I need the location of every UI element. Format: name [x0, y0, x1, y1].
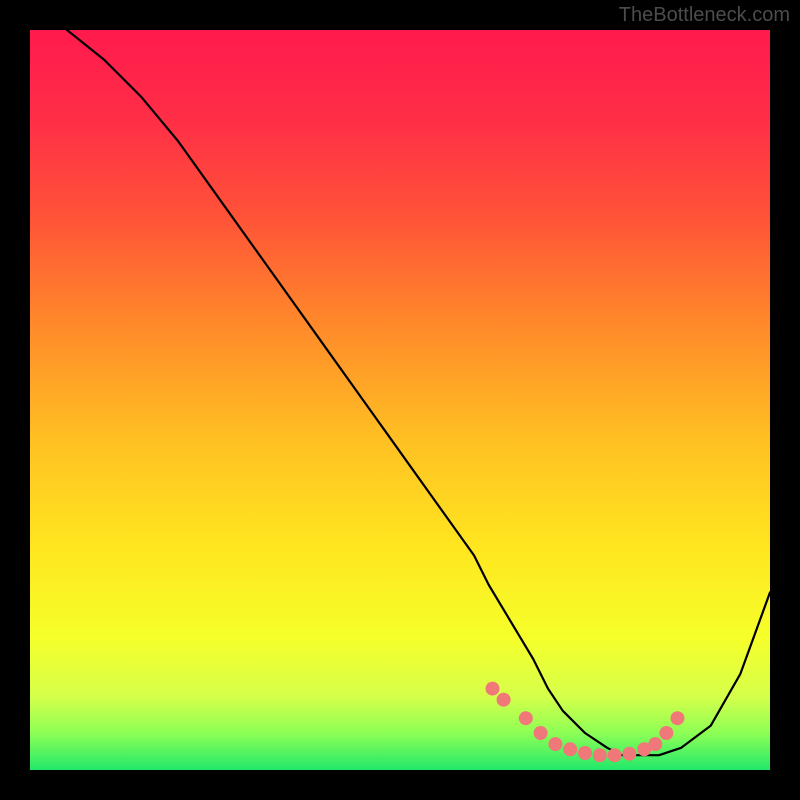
highlighted-point [534, 726, 548, 740]
bottleneck-chart [0, 0, 800, 800]
highlighted-point [608, 748, 622, 762]
highlighted-point [671, 711, 685, 725]
highlighted-point [497, 693, 511, 707]
highlighted-point [486, 682, 500, 696]
highlighted-point [563, 742, 577, 756]
highlighted-point [548, 737, 562, 751]
highlighted-point [659, 726, 673, 740]
highlighted-point [578, 746, 592, 760]
highlighted-point [648, 737, 662, 751]
highlighted-point [593, 748, 607, 762]
highlighted-point [622, 747, 636, 761]
plot-background [30, 30, 770, 770]
highlighted-point [519, 711, 533, 725]
watermark-text: TheBottleneck.com [619, 4, 790, 27]
chart-frame: { "watermark": "TheBottleneck.com", "plo… [0, 0, 800, 800]
